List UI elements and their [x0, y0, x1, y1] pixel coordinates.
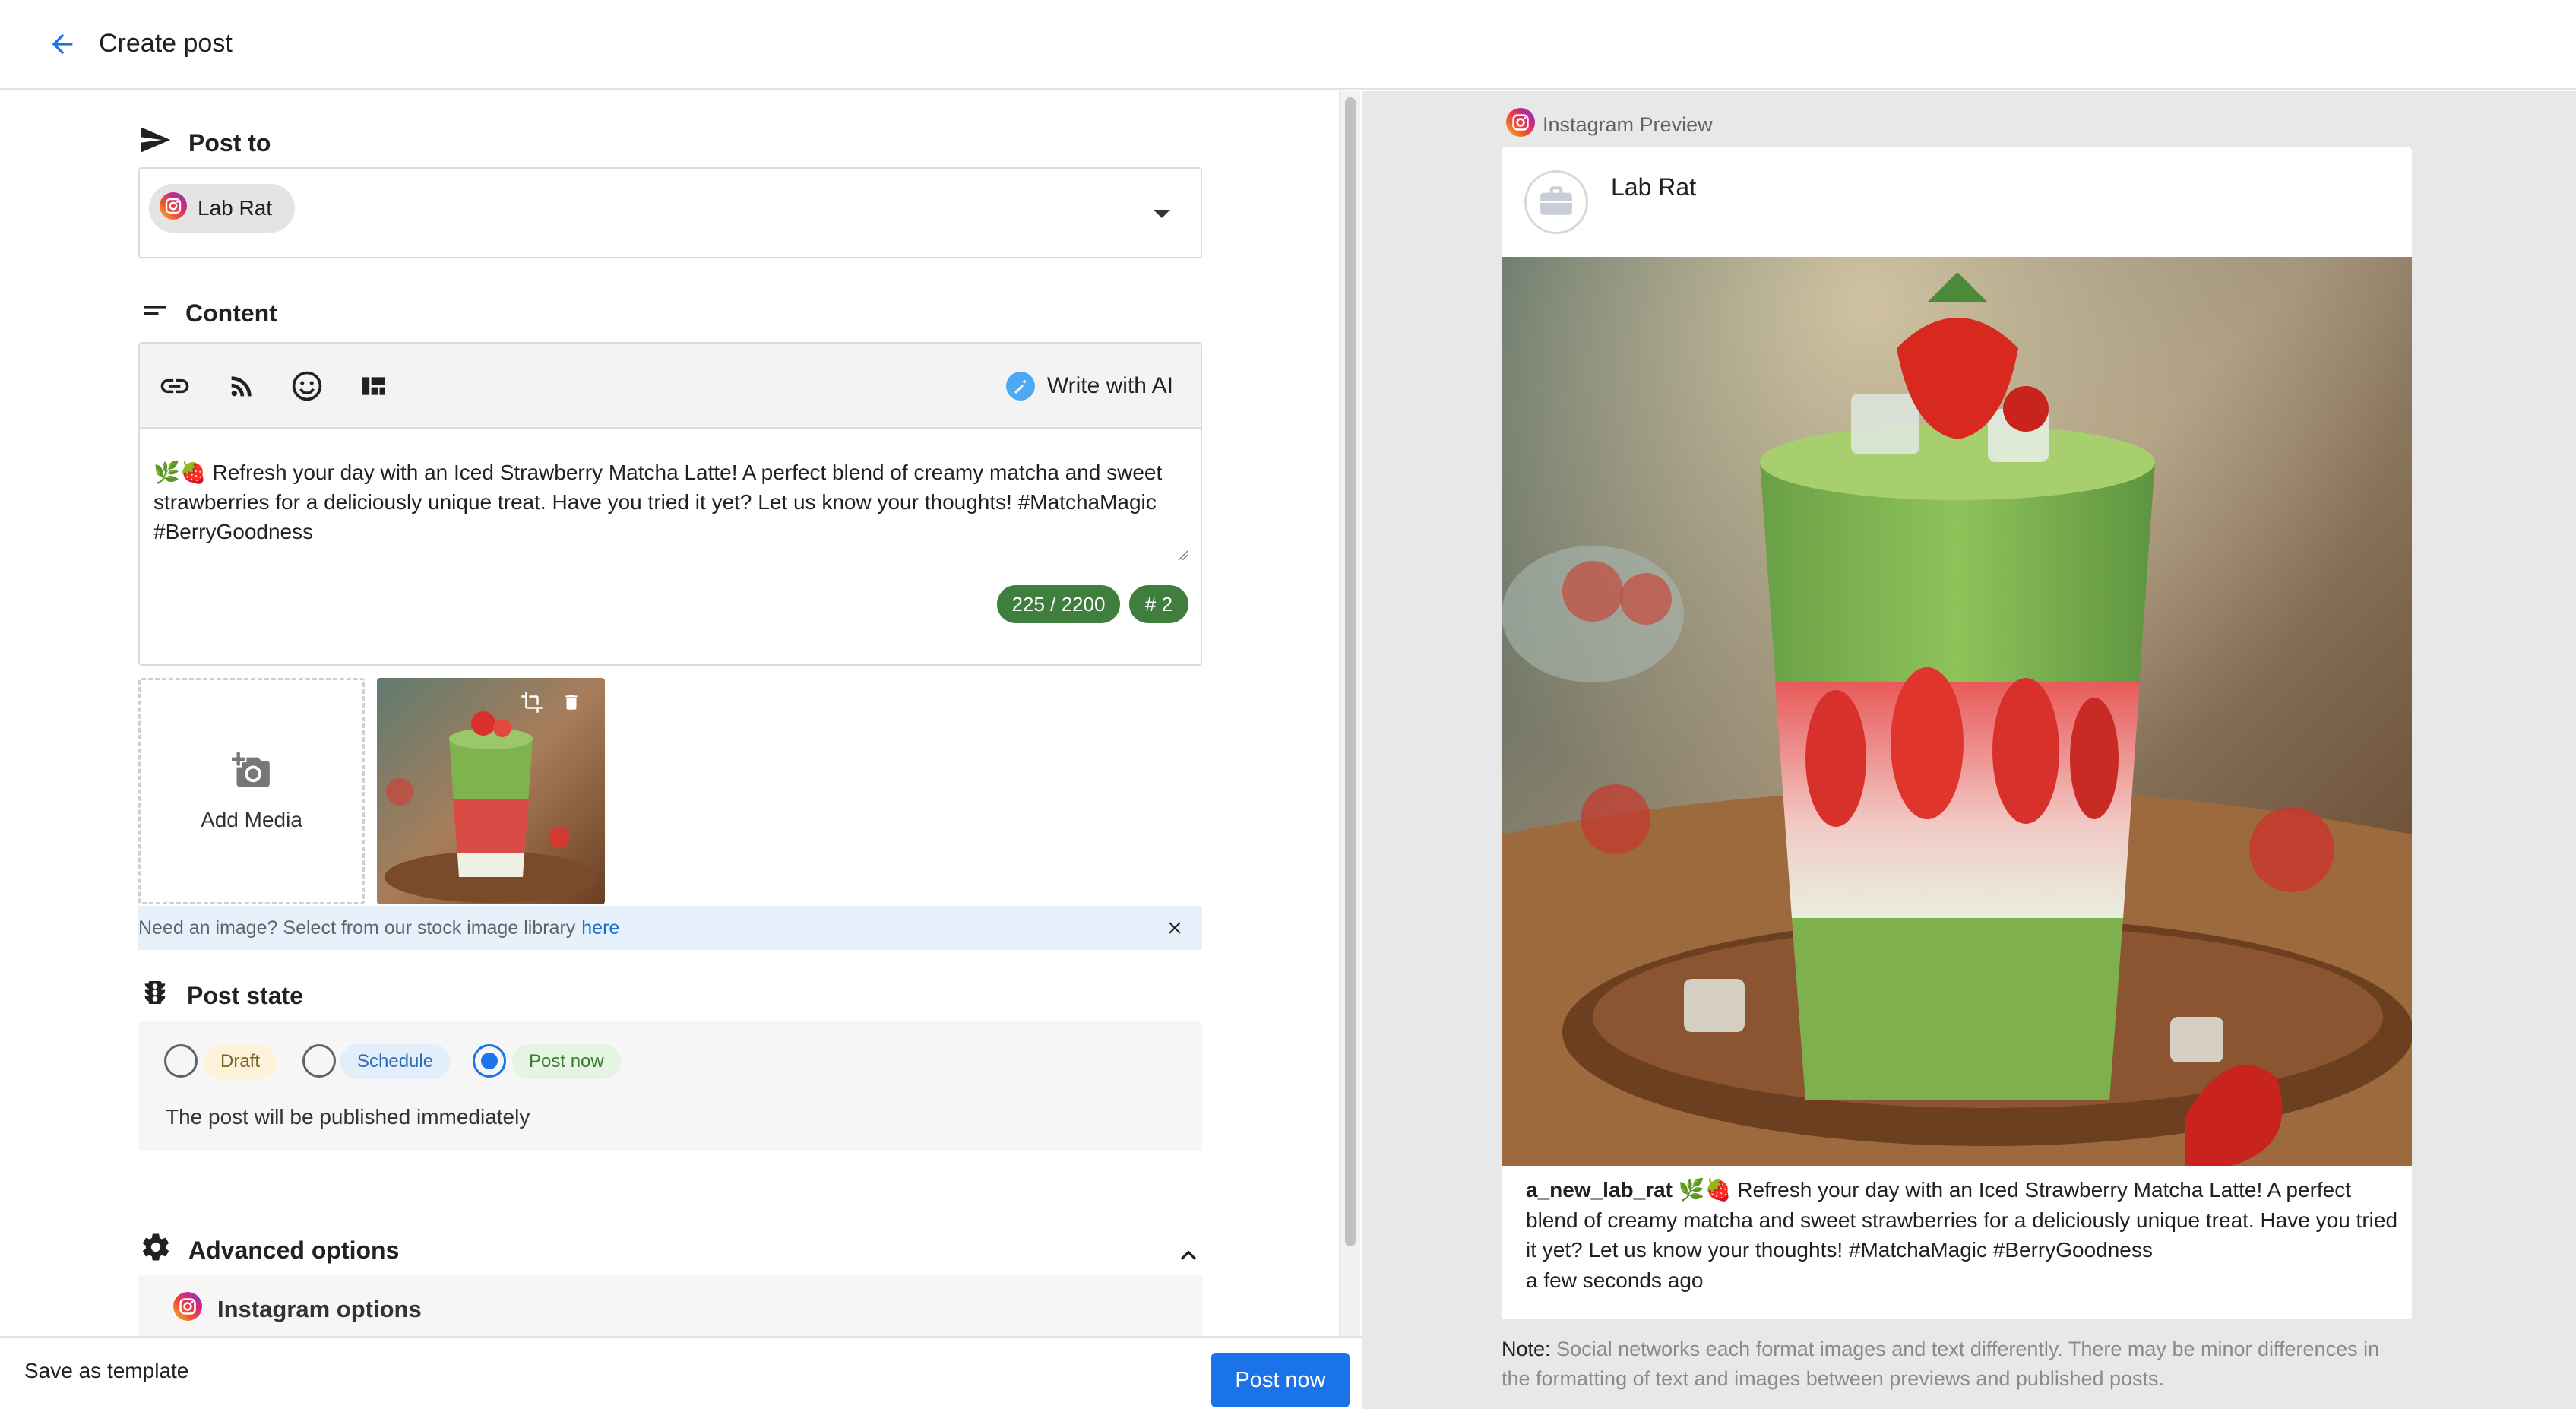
account-chip-label: Lab Rat: [198, 196, 273, 220]
briefcase-icon: [1537, 182, 1575, 223]
preview-panel: Instagram Preview Lab Rat a_new_lab_rat …: [1362, 91, 2576, 1409]
schedule-label[interactable]: Schedule: [340, 1044, 451, 1079]
traffic-light-icon: [140, 977, 170, 1014]
trash-icon[interactable]: [556, 687, 587, 717]
back-arrow-icon[interactable]: [43, 24, 82, 64]
post-to-title: Post to: [188, 128, 271, 157]
preview-note: Note: Social networks each format images…: [1502, 1335, 2413, 1394]
advanced-options-heading[interactable]: Advanced options: [140, 1231, 399, 1269]
hashtag-count-badge: # 2: [1129, 585, 1188, 623]
dropdown-arrow-icon[interactable]: [1154, 210, 1170, 218]
editor-panel: Post to Lab Rat Content Write with AI 🌿🍓…: [0, 91, 1360, 1338]
gear-icon: [140, 1231, 172, 1269]
draft-radio[interactable]: [164, 1044, 198, 1078]
post-state-title: Post state: [187, 981, 303, 1009]
instagram-icon: [1506, 108, 1535, 142]
preview-caption: a_new_lab_rat 🌿🍓 Refresh your day with a…: [1526, 1175, 2400, 1295]
post-text-area[interactable]: 🌿🍓 Refresh your day with an Iced Strawbe…: [153, 458, 1172, 546]
add-media-label: Add Media: [201, 807, 302, 831]
preview-account-name: Lab Rat: [1611, 173, 1697, 201]
stock-image-banner: Need an image? Select from our stock ima…: [138, 906, 1202, 950]
instagram-icon: [160, 192, 187, 225]
preview-timestamp: a few seconds ago: [1526, 1268, 1704, 1292]
write-with-ai-label: Write with AI: [1046, 373, 1173, 398]
matcha-latte-preview-image: [1502, 257, 2412, 1166]
crop-icon[interactable]: [517, 687, 547, 717]
footer-bar: Save as template Post now: [0, 1336, 1362, 1409]
instagram-post-card: Lab Rat a_new_lab_rat 🌿🍓 Refresh your da…: [1502, 147, 2412, 1319]
rss-icon[interactable]: [222, 366, 261, 406]
stock-library-link[interactable]: here: [581, 917, 619, 939]
magic-wand-icon: [1005, 372, 1035, 401]
account-chip[interactable]: Lab Rat: [149, 184, 296, 233]
instagram-icon: [173, 1292, 202, 1327]
note-text: Social networks each format images and t…: [1502, 1338, 2380, 1390]
schedule-radio[interactable]: [302, 1044, 336, 1078]
preview-username[interactable]: a_new_lab_rat: [1526, 1178, 1673, 1202]
media-thumbnail[interactable]: [377, 678, 605, 904]
instagram-options-row[interactable]: Instagram options: [138, 1275, 1202, 1338]
layout-icon[interactable]: [354, 366, 394, 406]
instagram-options-label: Instagram options: [217, 1296, 422, 1322]
post-state-description: The post will be published immediately: [166, 1105, 530, 1129]
write-with-ai-button[interactable]: Write with AI: [1005, 366, 1173, 406]
post-now-radio[interactable]: [473, 1044, 506, 1078]
avatar: [1524, 170, 1588, 234]
content-heading: Content: [141, 296, 277, 330]
add-photo-icon: [232, 751, 271, 794]
post-state-options: Draft Schedule Post now The post will be…: [138, 1021, 1202, 1151]
content-editor: Write with AI 🌿🍓 Refresh your day with a…: [138, 342, 1202, 666]
post-now-button[interactable]: Post now: [1211, 1353, 1350, 1407]
resize-handle[interactable]: [1178, 550, 1188, 561]
character-count-badge: 225 / 2200: [997, 585, 1120, 623]
preview-label: Instagram Preview: [1543, 113, 1713, 136]
scrollbar-thumb[interactable]: [1345, 97, 1356, 1246]
save-as-template-button[interactable]: Save as template: [24, 1359, 188, 1383]
post-to-heading: Post to: [138, 123, 271, 163]
post-state-heading: Post state: [140, 977, 303, 1014]
top-bar: Create post: [0, 0, 2576, 90]
page-title: Create post: [99, 29, 233, 58]
draft-label[interactable]: Draft: [204, 1044, 277, 1079]
post-now-label[interactable]: Post now: [512, 1044, 621, 1079]
send-icon: [138, 123, 172, 163]
link-icon[interactable]: [155, 366, 195, 406]
stock-banner-text: Need an image? Select from our stock ima…: [138, 917, 576, 939]
note-label: Note:: [1502, 1338, 1551, 1360]
chevron-up-icon[interactable]: [1170, 1237, 1207, 1274]
close-icon[interactable]: [1160, 913, 1190, 943]
add-media-button[interactable]: Add Media: [138, 678, 365, 904]
emoji-icon[interactable]: [287, 366, 327, 406]
preview-heading: Instagram Preview: [1506, 108, 1713, 142]
post-to-select[interactable]: Lab Rat: [138, 167, 1202, 258]
lines-icon: [141, 296, 169, 330]
editor-toolbar: Write with AI: [140, 344, 1201, 429]
advanced-options-title: Advanced options: [188, 1236, 400, 1264]
content-title: Content: [185, 299, 277, 327]
editor-scrollbar[interactable]: [1339, 91, 1360, 1338]
